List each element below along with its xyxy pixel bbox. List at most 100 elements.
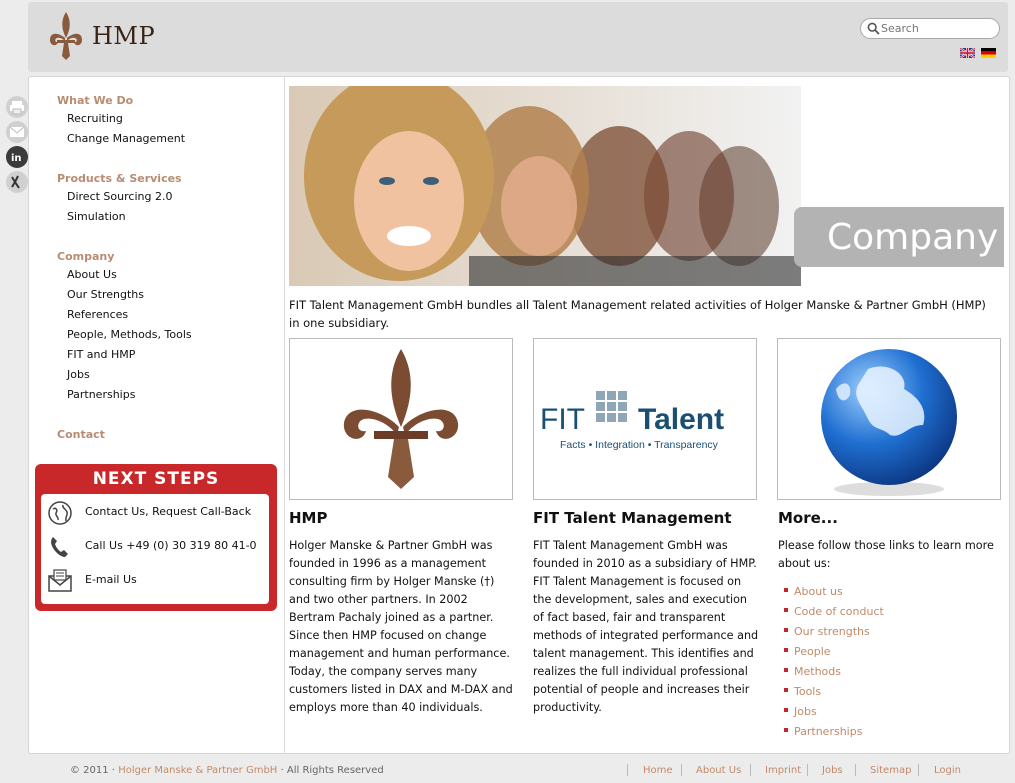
next-steps-box: Contact Us, Request Call-Back Call Us +4… — [41, 494, 269, 604]
list-item[interactable]: Tools — [778, 683, 998, 703]
nav-item-simulation[interactable]: Simulation — [67, 210, 126, 223]
footer-company-link[interactable]: Holger Manske & Partner GmbH — [118, 765, 277, 776]
call-us-link[interactable]: Call Us +49 (0) 30 319 80 41-0 — [47, 532, 263, 560]
footer-link-jobs[interactable]: Jobs — [822, 765, 843, 776]
column-text-more: Please follow those links to learn more … — [778, 539, 994, 570]
nav-section-company[interactable]: Company — [57, 250, 114, 263]
german-flag-icon[interactable] — [981, 48, 996, 58]
uk-flag-icon[interactable] — [960, 48, 975, 58]
talent-logo-text: Talent — [638, 403, 724, 436]
bullet-icon — [784, 648, 788, 652]
more-link-people[interactable]: People — [794, 645, 831, 658]
sidebar-nav: What We Do Recruiting Change Management … — [29, 77, 285, 753]
more-link-tools[interactable]: Tools — [794, 685, 821, 698]
globe-icon — [821, 349, 957, 496]
nav-section-contact[interactable]: Contact — [57, 428, 105, 441]
call-us-label: Call Us +49 (0) 30 319 80 41-0 — [85, 539, 257, 552]
nav-item-recruiting[interactable]: Recruiting — [67, 112, 123, 125]
bullet-icon — [784, 668, 788, 672]
footer-divider — [681, 764, 682, 776]
nav-item-direct-sourcing[interactable]: Direct Sourcing 2.0 — [67, 190, 172, 203]
xing-icon[interactable] — [6, 171, 28, 193]
next-steps-title: NEXT STEPS — [92, 469, 220, 489]
footer-divider — [807, 764, 808, 776]
copyright: © 2011 · Holger Manske & Partner GmbH · … — [70, 765, 384, 776]
column-text-fit: FIT Talent Management GmbH was founded i… — [533, 539, 759, 714]
footer-divider — [918, 764, 919, 776]
fit-logo-tagline: Facts • Integration • Transparency — [560, 439, 719, 451]
print-icon[interactable] — [6, 96, 28, 118]
footer-link-about-us[interactable]: About Us — [696, 765, 741, 776]
intro-text: FIT Talent Management GmbH bundles all T… — [289, 298, 986, 330]
nav-item-our-strengths[interactable]: Our Strengths — [67, 288, 144, 301]
footer-link-imprint[interactable]: Imprint — [765, 765, 801, 776]
column-text-hmp: Holger Manske & Partner GmbH was founded… — [289, 539, 513, 714]
logo-text: HMP — [92, 22, 156, 50]
nav-item-about-us[interactable]: About Us — [67, 268, 117, 281]
contact-callback-link[interactable]: Contact Us, Request Call-Back — [47, 498, 263, 526]
site-footer: © 2011 · Holger Manske & Partner GmbH · … — [0, 760, 1015, 783]
email-us-label: E-mail Us — [85, 573, 137, 586]
footer-divider — [627, 764, 628, 776]
fleur-de-lis-icon — [343, 349, 459, 489]
nav-item-people-methods-tools[interactable]: People, Methods, Tools — [67, 328, 192, 341]
contact-callback-label: Contact Us, Request Call-Back — [85, 505, 252, 518]
fleur-de-lis-icon — [50, 12, 82, 60]
bullet-icon — [784, 708, 788, 712]
footer-divider — [750, 764, 751, 776]
hmp-logo[interactable]: HMP — [46, 8, 156, 62]
fit-talent-logo: FIT Talent Facts • Integration • Transpa… — [540, 391, 724, 451]
next-steps-panel: NEXT STEPS Contact Us, Request Call-Back… — [35, 464, 277, 611]
globe-card-image[interactable] — [777, 338, 1001, 500]
list-item[interactable]: People — [778, 643, 998, 663]
linkedin-icon[interactable]: in — [6, 146, 28, 168]
envelope-icon — [48, 569, 72, 592]
nav-item-partnerships[interactable]: Partnerships — [67, 388, 135, 401]
search-input[interactable] — [881, 20, 991, 36]
bullet-icon — [784, 728, 788, 732]
svg-text:in: in — [11, 153, 22, 164]
hero-image — [289, 86, 801, 286]
search-box[interactable] — [860, 18, 1000, 39]
bullet-icon — [784, 608, 788, 612]
search-icon — [867, 22, 880, 35]
nav-item-change-management[interactable]: Change Management — [67, 132, 185, 145]
more-links-list: About us Code of conduct Our strengths P… — [778, 583, 998, 743]
more-link-code-of-conduct[interactable]: Code of conduct — [794, 605, 884, 618]
more-link-jobs[interactable]: Jobs — [794, 705, 817, 718]
company-badge: Company — [794, 207, 1004, 267]
column-title-fit: FIT Talent Management — [533, 509, 732, 527]
column-title-hmp: HMP — [289, 509, 328, 527]
nav-item-references[interactable]: References — [67, 308, 128, 321]
phone-icon — [51, 537, 68, 557]
nav-section-what-we-do[interactable]: What We Do — [57, 94, 133, 107]
more-link-partnerships[interactable]: Partnerships — [794, 725, 862, 738]
footer-link-login[interactable]: Login — [934, 765, 961, 776]
list-item[interactable]: Code of conduct — [778, 603, 998, 623]
footer-link-sitemap[interactable]: Sitemap — [870, 765, 911, 776]
bullet-icon — [784, 588, 788, 592]
nav-item-fit-and-hmp[interactable]: FIT and HMP — [67, 348, 135, 361]
company-badge-label: Company — [827, 217, 999, 258]
list-item[interactable]: About us — [778, 583, 998, 603]
bullet-icon — [784, 688, 788, 692]
more-link-about-us[interactable]: About us — [794, 585, 843, 598]
list-item[interactable]: Our strengths — [778, 623, 998, 643]
site-header: HMP — [28, 2, 1008, 72]
globe-icon — [48, 501, 72, 525]
mail-icon[interactable] — [6, 121, 28, 143]
nav-section-products-services[interactable]: Products & Services — [57, 172, 182, 185]
more-link-our-strengths[interactable]: Our strengths — [794, 625, 870, 638]
column-title-more: More... — [778, 509, 838, 527]
hmp-card-image[interactable] — [289, 338, 513, 500]
nav-item-jobs[interactable]: Jobs — [67, 368, 90, 381]
bullet-icon — [784, 628, 788, 632]
more-link-methods[interactable]: Methods — [794, 665, 841, 678]
list-item[interactable]: Partnerships — [778, 723, 998, 743]
email-us-link[interactable]: E-mail Us — [47, 566, 263, 594]
fit-talent-card-image[interactable]: FIT Talent Facts • Integration • Transpa… — [533, 338, 757, 500]
footer-link-home[interactable]: Home — [643, 765, 673, 776]
fit-logo-text: FIT — [540, 403, 585, 436]
list-item[interactable]: Jobs — [778, 703, 998, 723]
list-item[interactable]: Methods — [778, 663, 998, 683]
